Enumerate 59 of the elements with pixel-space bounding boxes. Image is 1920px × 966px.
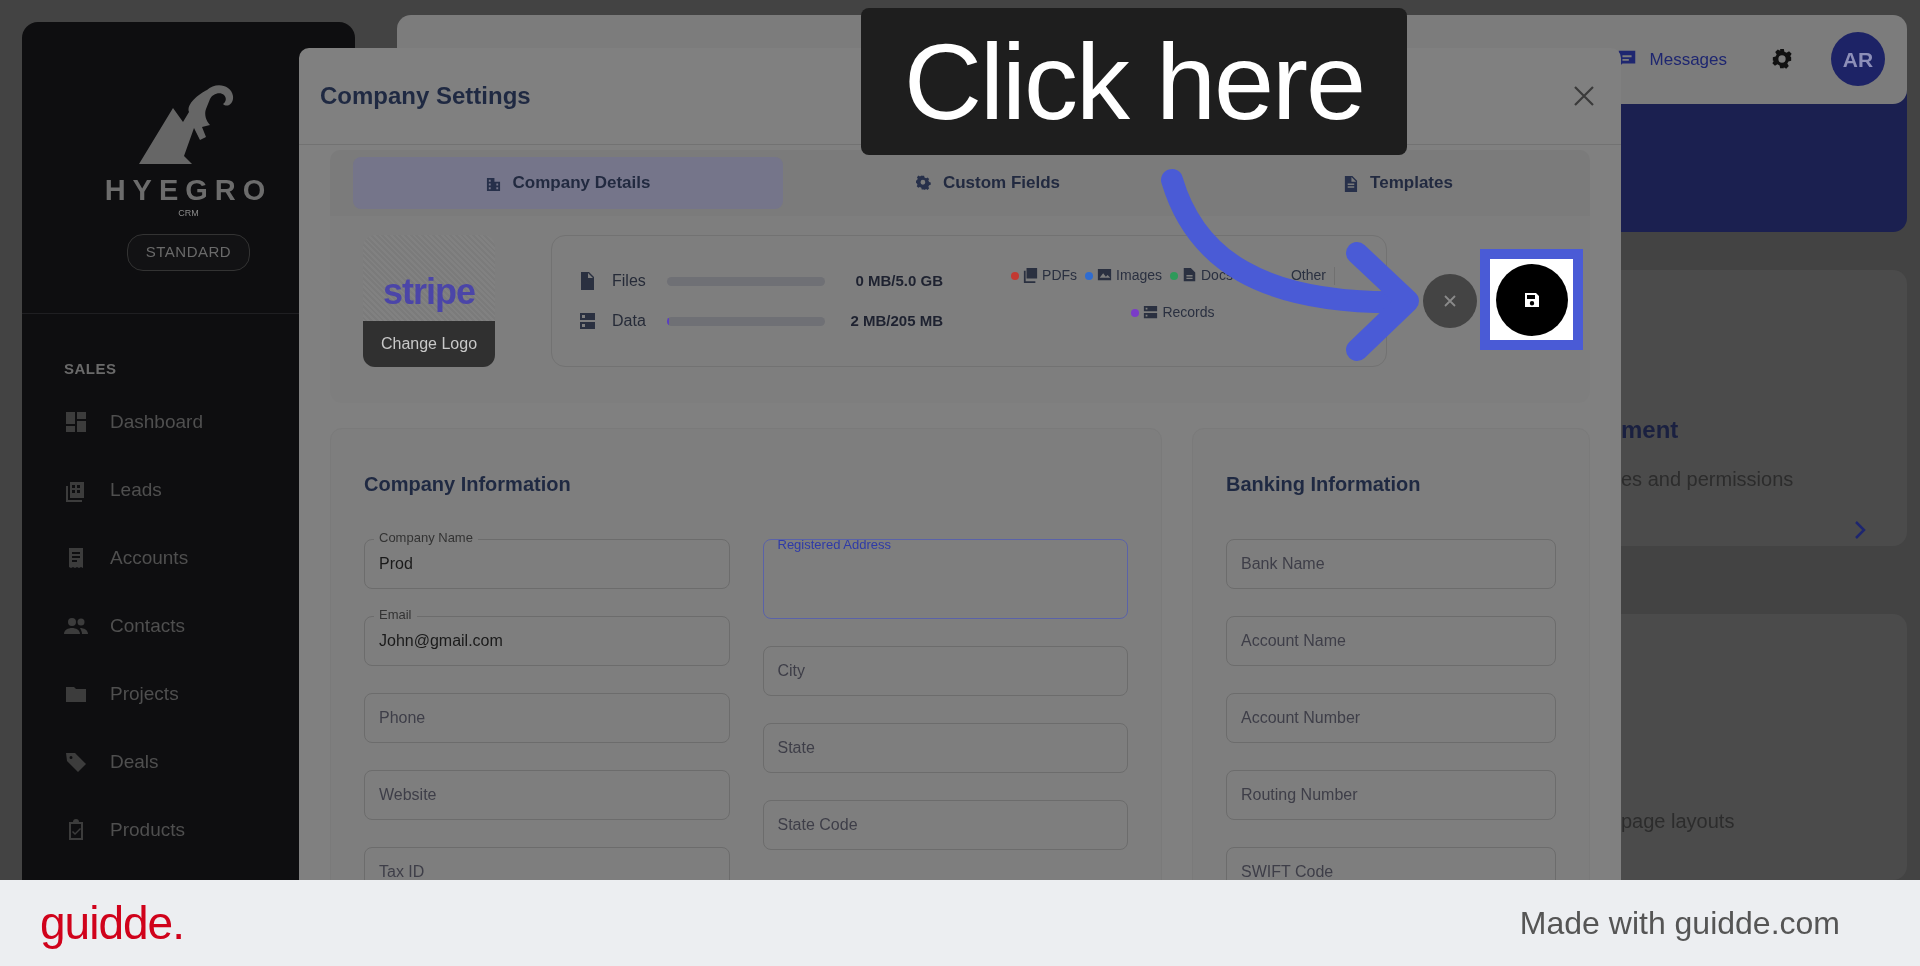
legend-label: Images — [1116, 266, 1162, 285]
tab[interactable]: Custom Fields — [783, 157, 1193, 209]
input-field[interactable]: City — [762, 646, 1128, 696]
document-icon — [1343, 174, 1359, 192]
legend-label: PDFs — [1042, 266, 1078, 285]
logo-subtitle: CRM — [178, 209, 199, 218]
field-label: Registered Address — [776, 537, 892, 553]
section-title: Company Information — [364, 472, 572, 497]
tab[interactable]: Company Details — [353, 157, 783, 209]
sidebar-item[interactable]: Products — [64, 796, 355, 864]
input-field[interactable]: Account Number — [1226, 693, 1556, 743]
input-field[interactable]: Website — [364, 770, 730, 820]
image-icon — [1097, 268, 1113, 283]
input-field[interactable]: Account Name — [1226, 616, 1556, 666]
close-icon — [1443, 294, 1457, 308]
close-button[interactable] — [1573, 85, 1595, 107]
input-field[interactable]: Bank Name — [1226, 539, 1556, 589]
storage-reading: 0 MB/5.0 GB — [854, 270, 943, 291]
logo-text: HYEGRO — [104, 176, 273, 205]
storage-label: Data — [612, 311, 647, 331]
input-field[interactable]: State Code — [762, 800, 1128, 850]
server-icon — [580, 312, 595, 330]
pdf-file-icon — [1023, 268, 1039, 283]
server-icon — [1143, 305, 1159, 320]
tag-icon — [64, 750, 88, 774]
footer-logo: guidde. — [40, 895, 184, 951]
close-icon — [1573, 85, 1595, 107]
legend-label: Other — [1290, 266, 1326, 285]
input-field[interactable]: SWIFT Code — [1226, 847, 1556, 880]
brand-logo: stripe — [381, 270, 476, 314]
tab[interactable]: Templates — [1193, 157, 1603, 209]
callout-label: Click here — [861, 8, 1407, 155]
legend-label: Records — [1162, 303, 1215, 322]
document-icon — [1182, 268, 1197, 283]
storage-reading: 2 MB/205 MB — [849, 310, 943, 331]
field-label: Company Name — [374, 530, 478, 546]
dashboard-icon — [64, 410, 88, 434]
sidebar-item[interactable]: Contacts — [64, 592, 355, 660]
input-field[interactable]: Routing Number — [1226, 770, 1556, 820]
change-logo-button[interactable]: Change Logo — [363, 321, 495, 367]
gear-icon — [915, 174, 931, 192]
chevron-right-icon — [1853, 520, 1867, 541]
footer-credit: Made with guidde.com — [1519, 904, 1840, 943]
file-icon — [580, 272, 595, 290]
storage-label: Files — [612, 271, 647, 291]
sidebar-item[interactable]: Dashboard — [64, 388, 355, 456]
sidebar-item[interactable]: Deals — [64, 728, 355, 796]
section-title: Banking Information — [1226, 472, 1422, 497]
plan-badge: STANDARD — [126, 234, 251, 271]
sidebar-item[interactable]: Accounts — [64, 524, 355, 592]
section-heading: SALES — [64, 358, 117, 379]
input-field[interactable]: State — [762, 723, 1128, 773]
settings-icon — [1771, 48, 1793, 71]
dialog-title: Company Settings — [320, 81, 531, 111]
input-field[interactable]: Phone — [364, 693, 730, 743]
sidebar-item[interactable]: Projects — [64, 660, 355, 728]
user-avatar[interactable]: AR — [1831, 32, 1885, 87]
sidebar-item[interactable]: Leads — [64, 456, 355, 524]
cancel-button[interactable] — [1423, 274, 1477, 328]
